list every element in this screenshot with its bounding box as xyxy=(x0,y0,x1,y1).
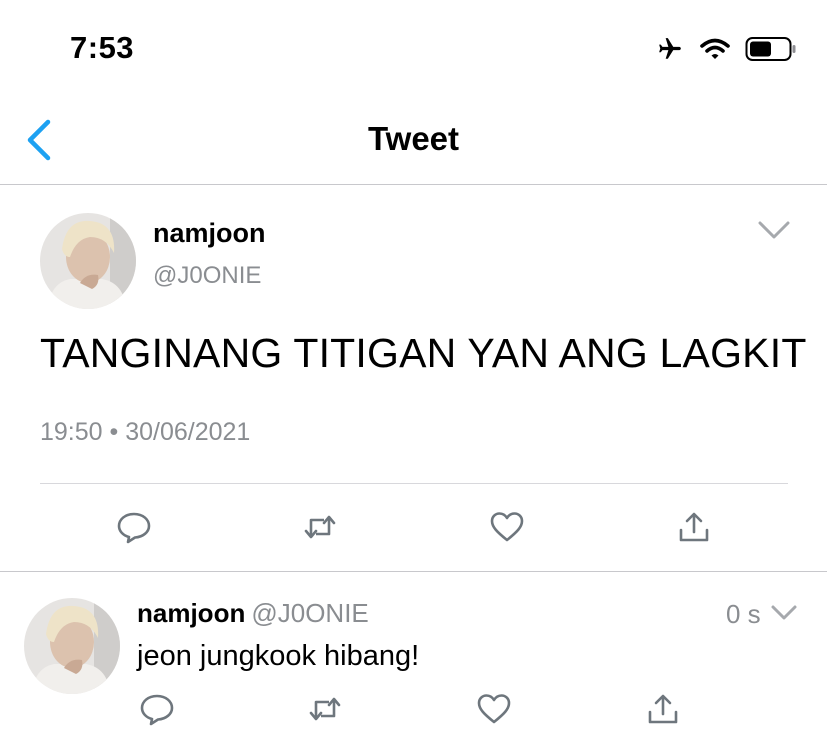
tweet-age: 0 s xyxy=(726,599,761,629)
author-name[interactable]: namjoon xyxy=(137,598,245,628)
share-icon[interactable] xyxy=(645,691,681,727)
chevron-down-icon[interactable] xyxy=(770,604,798,622)
reply-icon[interactable] xyxy=(139,691,175,727)
tweet-timestamp: 19:50 • 30/06/2021 xyxy=(40,418,251,446)
reply-icon[interactable] xyxy=(116,509,152,545)
avatar[interactable] xyxy=(40,213,136,309)
airplane-icon xyxy=(659,38,681,59)
chevron-down-icon[interactable] xyxy=(757,220,791,240)
divider xyxy=(40,483,788,484)
status-icons xyxy=(655,34,797,64)
share-icon[interactable] xyxy=(676,509,712,545)
avatar[interactable] xyxy=(24,598,120,694)
author-handle[interactable]: @J0ONIE xyxy=(251,598,368,628)
page-title: Tweet xyxy=(367,120,460,157)
divider xyxy=(0,571,827,572)
like-icon[interactable] xyxy=(476,691,512,727)
reply-header: namjoon @J0ONIE xyxy=(137,598,369,629)
retweet-icon[interactable] xyxy=(302,509,338,545)
tweet-text: TANGINANG TITIGAN YAN ANG LAGKIT xyxy=(40,330,807,376)
tweet-text: jeon jungkook hibang! xyxy=(137,640,420,672)
like-icon[interactable] xyxy=(489,509,525,545)
wifi-icon xyxy=(700,38,730,59)
nav-divider xyxy=(0,184,827,185)
battery-icon xyxy=(745,37,796,61)
status-time: 7:53 xyxy=(70,30,135,65)
author-handle[interactable]: @J0ONIE xyxy=(153,262,261,290)
author-name[interactable]: namjoon xyxy=(153,218,266,249)
retweet-icon[interactable] xyxy=(307,691,343,727)
